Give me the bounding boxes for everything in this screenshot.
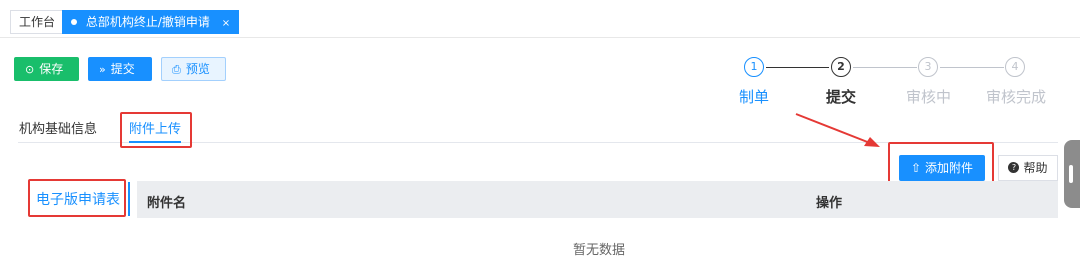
- tab-terminate-application-label: 总部机构终止/撤销申请: [85, 15, 210, 29]
- close-icon[interactable]: ×: [222, 18, 230, 29]
- grip-icon: [1069, 165, 1073, 183]
- help-label: 帮助: [1023, 161, 1048, 175]
- annotation-arrow: [795, 113, 880, 147]
- save-button[interactable]: ⊙ 保存: [14, 57, 79, 81]
- preview-button[interactable]: ⎙ 预览: [161, 57, 226, 81]
- step-2-label: 提交: [826, 88, 857, 106]
- active-dot-icon: [71, 18, 77, 25]
- tab-strip: 工作台 总部机构终止/撤销申请 ×: [0, 0, 1080, 38]
- step-4-label: 审核完成: [986, 88, 1047, 106]
- question-circle-icon: ?: [1008, 162, 1020, 173]
- column-header-actions: 操作: [816, 196, 843, 211]
- tab-basic-info[interactable]: 机构基础信息: [19, 118, 97, 137]
- tab-workbench[interactable]: 工作台: [10, 10, 65, 34]
- table-header: 附件名 操作: [137, 181, 1058, 218]
- step-connector-2: [853, 67, 917, 68]
- step-connector-1: [766, 67, 829, 68]
- printer-icon: ⎙: [172, 63, 181, 76]
- submit-button-label: 提交: [110, 62, 135, 76]
- annotation-box-category: [28, 179, 126, 217]
- step-3-label: 审核中: [906, 88, 952, 106]
- help-button[interactable]: ? 帮助: [998, 155, 1058, 181]
- step-2-circle: 2: [831, 57, 851, 77]
- double-chevron-right-icon: »: [99, 63, 106, 76]
- category-active-indicator: [128, 182, 130, 216]
- step-1-label: 制单: [739, 88, 770, 106]
- empty-state-text: 暂无数据: [573, 243, 626, 258]
- tab-workbench-label: 工作台: [19, 15, 56, 29]
- annotation-box-attachment-tab: [120, 112, 192, 148]
- submit-button[interactable]: » 提交: [88, 57, 152, 81]
- tab-terminate-application[interactable]: 总部机构终止/撤销申请 ×: [62, 10, 240, 34]
- save-button-label: 保存: [39, 62, 64, 76]
- column-header-filename: 附件名: [147, 196, 187, 211]
- step-connector-3: [940, 67, 1004, 68]
- step-1-circle: 1: [744, 57, 764, 77]
- step-3-circle: 3: [918, 57, 938, 77]
- step-4-circle: 4: [1005, 57, 1025, 77]
- preview-button-label: 预览: [185, 62, 210, 76]
- check-circle-icon: ⊙: [25, 63, 35, 76]
